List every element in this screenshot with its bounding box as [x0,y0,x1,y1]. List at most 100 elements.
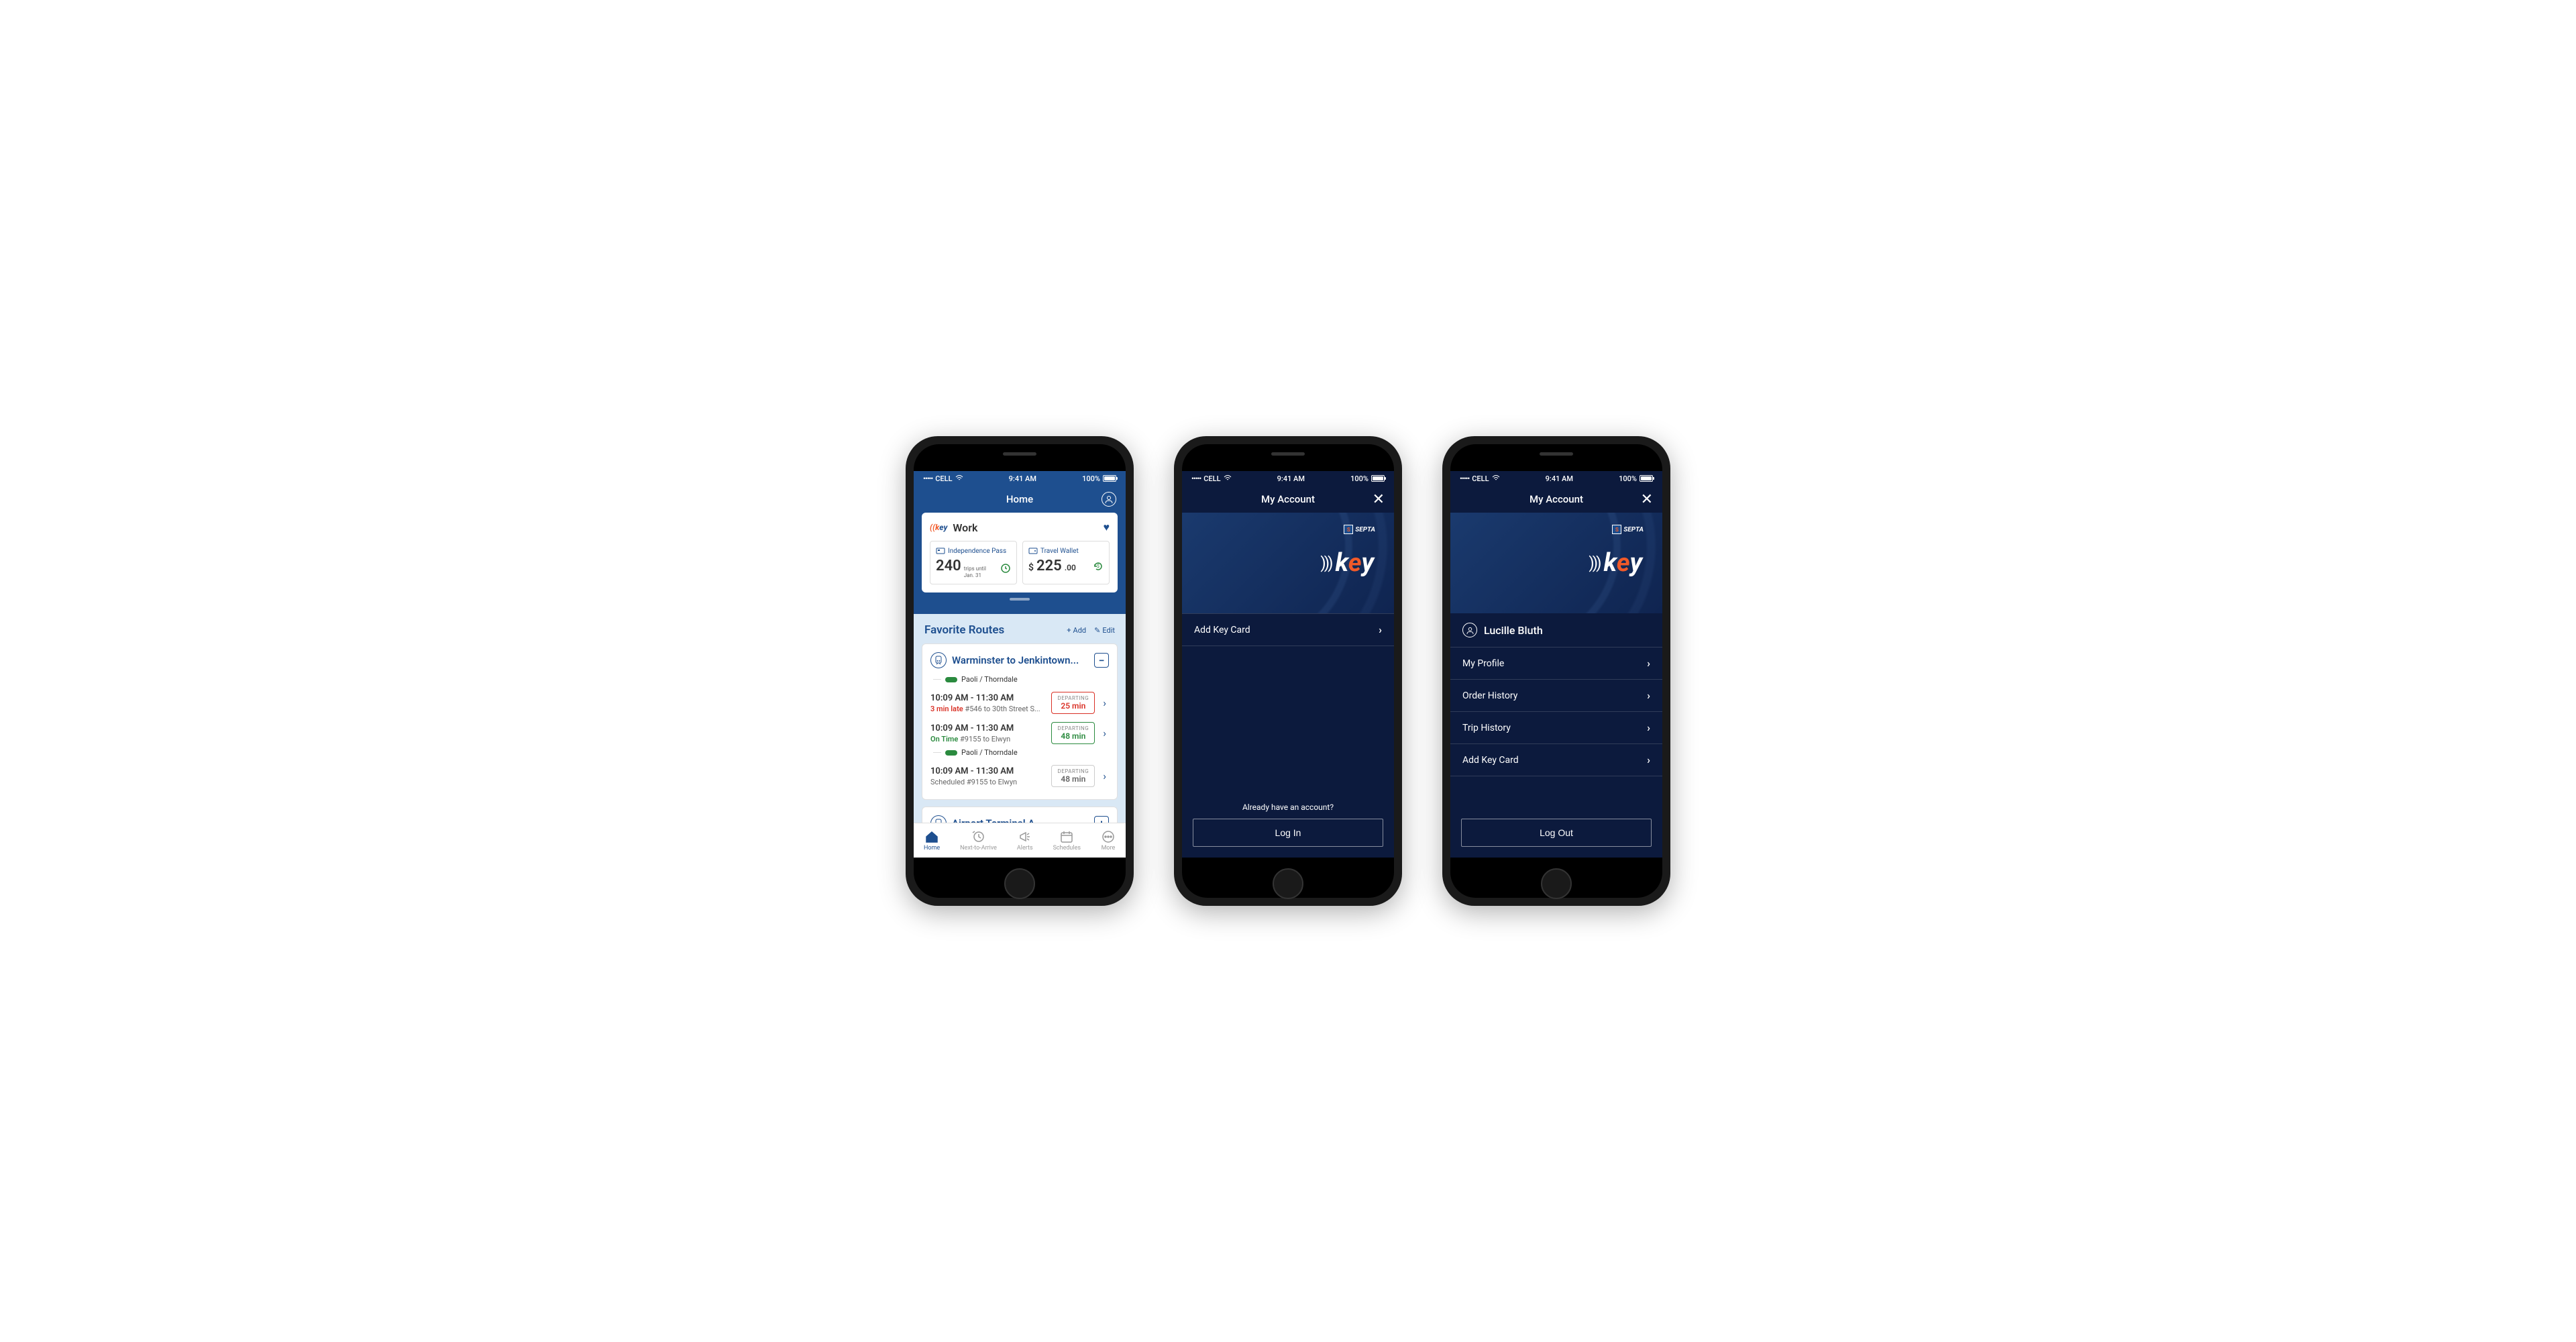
favorite-heart-icon[interactable]: ♥ [1104,521,1110,534]
user-name: Lucille Bluth [1484,624,1543,637]
more-icon [1101,830,1116,843]
battery-icon [1371,475,1385,482]
home-button[interactable] [1273,868,1303,899]
departure-badge: DEPARTING 25 min [1051,692,1095,714]
route-title[interactable]: Warminster to Jenkintown... [952,654,1079,666]
hero-banner: SSEPTA ))) key [1450,513,1662,613]
trip-row[interactable]: 10:09 AM - 11:30 AM 3 min late #546 to 3… [930,688,1109,718]
status-bar: ••••• CELL 9:41 AM 100% [914,471,1126,486]
add-favorite-button[interactable]: + Add [1067,626,1086,635]
departure-badge: DEPARTING 48 min [1051,722,1095,744]
carrier-label: CELL [1472,474,1489,483]
nav-bar: Home [914,486,1126,513]
wallet-dollars: 225 [1036,558,1062,574]
phone-mockup-account-logged-out: ••••• CELL 9:41 AM 100% My Account ✕ SSE… [1174,436,1402,906]
regional-rail-icon [930,815,947,823]
menu-add-key-card[interactable]: Add Key Card › [1182,613,1394,646]
battery-icon [1640,475,1653,482]
page-title: My Account [1529,493,1583,505]
key-card[interactable]: ((key Work ♥ Independence Pass [922,513,1118,592]
home-button[interactable] [1541,868,1572,899]
home-button[interactable] [1004,868,1035,899]
menu-my-profile[interactable]: My Profile › [1450,647,1662,680]
calendar-icon [1059,830,1074,843]
page-title: My Account [1261,493,1315,505]
phone-speaker [1540,452,1573,456]
independence-pass-box[interactable]: Independence Pass 240 trips until Jan. 3… [930,541,1017,584]
departure-badge: DEPARTING 48 min [1051,765,1095,787]
dollar-sign: $ [1028,562,1034,573]
wallet-icon [1028,547,1038,555]
trip-row[interactable]: 10:09 AM - 11:30 AM On Time #9155 to Elw… [930,718,1109,748]
regional-rail-icon [930,652,947,668]
chevron-right-icon: › [1647,657,1650,670]
pass-label: Independence Pass [948,548,1006,555]
pass-icon [936,547,945,555]
line-name: Paoli / Thorndale [961,675,1018,684]
svg-text:$: $ [1097,564,1099,569]
septa-key-logo-icon: ))) key [1320,548,1374,578]
menu-order-history[interactable]: Order History › [1450,680,1662,712]
login-button[interactable]: Log In [1193,819,1383,847]
signal-dots-icon: ••••• [923,474,932,483]
menu-add-key-card[interactable]: Add Key Card › [1450,744,1662,776]
trip-status: Scheduled [930,778,965,786]
trip-time: 10:09 AM - 11:30 AM [930,693,1046,703]
phone-speaker [1271,452,1305,456]
tab-more[interactable]: More [1101,830,1116,851]
carrier-label: CELL [935,474,952,483]
line-pill-icon [945,677,957,682]
logout-button[interactable]: Log Out [1461,819,1652,847]
wifi-icon [1492,475,1500,482]
tab-alerts[interactable]: Alerts [1017,830,1033,851]
profile-button[interactable] [1102,492,1116,507]
close-button[interactable]: ✕ [1373,491,1385,508]
card-name: Work [953,521,977,534]
refresh-icon[interactable] [1000,563,1011,574]
tab-next-to-arrive[interactable]: Next-to-Arrive [960,830,997,851]
septa-badge-icon: SSEPTA [1344,525,1375,534]
trip-row[interactable]: 10:09 AM - 11:30 AM Scheduled #9155 to E… [930,761,1109,791]
trips-count: 240 [936,558,961,574]
expand-button[interactable]: + [1094,816,1109,823]
tab-home[interactable]: Home [924,830,940,851]
nav-bar: My Account ✕ [1182,486,1394,513]
phone-mockup-home: ••••• CELL 9:41 AM 100% Home [906,436,1134,906]
signal-dots-icon: ••••• [1460,474,1469,483]
page-title: Home [1006,493,1033,505]
route-title[interactable]: Airport Terminal A [952,817,1034,823]
login-prompt: Already have an account? [1193,803,1383,812]
home-icon [924,830,939,843]
travel-wallet-box[interactable]: Travel Wallet $ 225.00 $ [1022,541,1110,584]
collapse-button[interactable]: − [1094,653,1109,668]
favorites-title: Favorite Routes [924,623,1004,637]
battery-percentage: 100% [1350,474,1368,483]
trips-sub1: trips until [964,566,986,572]
menu-trip-history[interactable]: Trip History › [1450,712,1662,744]
refresh-icon[interactable]: $ [1093,561,1104,572]
hero-banner: SSEPTA ))) key [1182,513,1394,613]
trip-time: 10:09 AM - 11:30 AM [930,723,1046,733]
clock-arrow-icon [971,830,986,843]
close-button[interactable]: ✕ [1641,491,1653,508]
tab-bar: Home Next-to-Arrive Alerts Schedules Mor… [914,823,1126,858]
trip-detail: #9155 to Elwyn [967,778,1017,786]
status-bar: ••••• CELL 9:41 AM 100% [1182,471,1394,486]
tab-schedules[interactable]: Schedules [1053,830,1081,851]
chevron-right-icon: › [1647,754,1650,766]
battery-icon [1103,475,1116,482]
trips-sub2: Jan. 31 [964,572,986,579]
chevron-right-icon: › [1647,689,1650,702]
edit-favorites-button[interactable]: ✎ Edit [1094,626,1115,635]
line-name: Paoli / Thorndale [961,748,1018,757]
megaphone-icon [1018,830,1032,843]
status-bar: ••••• CELL 9:41 AM 100% [1450,471,1662,486]
page-indicator [922,598,1118,601]
trip-detail: #9155 to Elwyn [960,735,1010,743]
signal-dots-icon: ••••• [1191,474,1201,483]
battery-percentage: 100% [1619,474,1637,483]
trip-status: 3 min late [930,705,963,713]
chevron-right-icon: › [1379,623,1382,636]
line-pill-icon [945,750,957,756]
phone-mockup-account-logged-in: ••••• CELL 9:41 AM 100% My Account ✕ SSE… [1442,436,1670,906]
